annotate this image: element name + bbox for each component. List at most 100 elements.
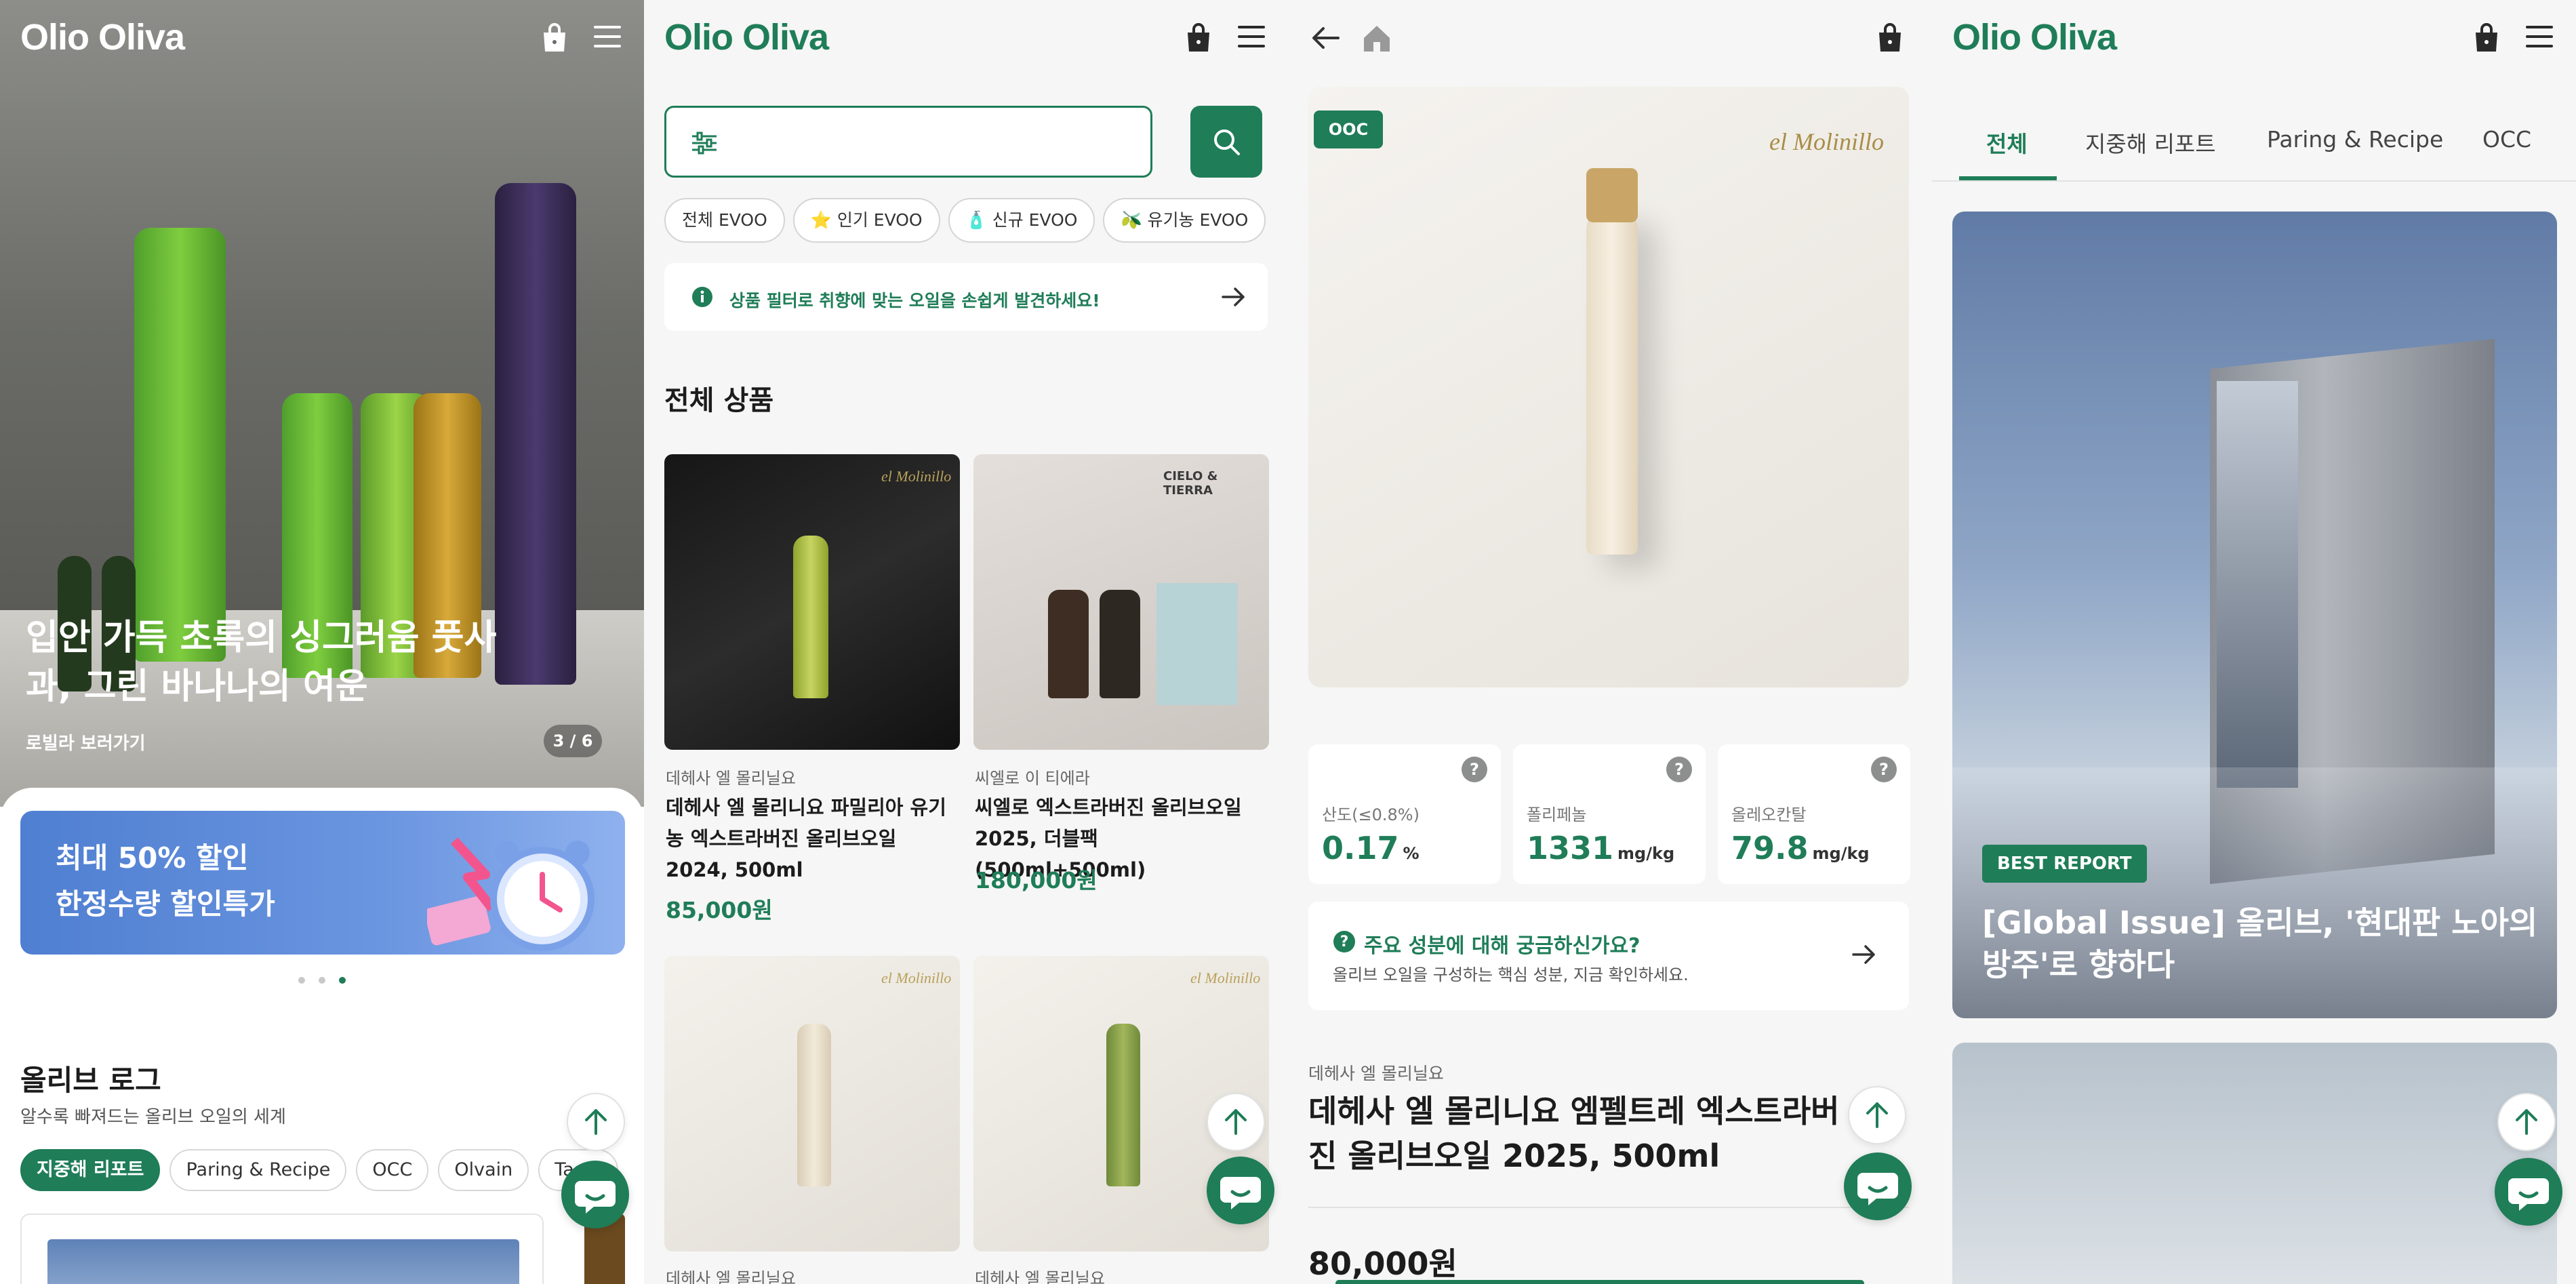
stat-label: 산도(≤0.8%) bbox=[1322, 805, 1420, 824]
bottle-image bbox=[495, 183, 576, 685]
search-input[interactable] bbox=[664, 106, 1152, 178]
banner-pagination bbox=[298, 974, 359, 986]
chip-popular-evoo[interactable]: ⭐ 인기 EVOO bbox=[792, 198, 940, 243]
filter-sliders-icon[interactable] bbox=[691, 131, 718, 155]
product-brand: 씨엘로 이 티에라 bbox=[975, 769, 1090, 788]
product-name: 데헤사 엘 몰리니요 엠펠트레 엑스트라버진 올리브오일 2025, 500ml bbox=[1308, 1093, 1840, 1174]
back-arrow-icon[interactable] bbox=[1311, 24, 1341, 52]
brand-logo[interactable]: Olio Oliva bbox=[20, 16, 185, 58]
pagination-dot-active[interactable] bbox=[339, 977, 346, 984]
home-icon[interactable] bbox=[1361, 23, 1392, 53]
chip-olvain[interactable]: Olvain bbox=[438, 1149, 529, 1191]
chip-occ[interactable]: OCC bbox=[356, 1149, 429, 1191]
menu-icon[interactable] bbox=[1238, 24, 1265, 49]
stat-label: 폴리페놀 bbox=[1527, 805, 1587, 824]
chip-new-evoo[interactable]: 🧴 신규 EVOO bbox=[948, 198, 1095, 243]
product-price: 85,000원 bbox=[666, 897, 773, 923]
chip-popular-evoo-label: 인기 EVOO bbox=[837, 210, 923, 230]
help-icon[interactable]: ? bbox=[1871, 757, 1897, 782]
promo-line-2: 한정수량 할인특가 bbox=[56, 887, 275, 921]
shopping-bag-icon[interactable] bbox=[541, 23, 568, 53]
product-thumbnail[interactable]: el Molinillo bbox=[664, 956, 960, 1251]
card-title: [Global Issue] 올리브, '현대판 노아의 방주'로 향하다 bbox=[1982, 904, 2538, 983]
stat-unit: mg/kg bbox=[1812, 844, 1870, 863]
stat-value: 1331 mg/kg bbox=[1527, 830, 1674, 866]
chat-button[interactable] bbox=[1207, 1157, 1274, 1224]
stat-card-acidity: ? 산도(≤0.8%) 0.17% bbox=[1308, 744, 1501, 884]
search-button[interactable] bbox=[1190, 106, 1262, 178]
svg-text:?: ? bbox=[1340, 934, 1349, 950]
menu-icon[interactable] bbox=[2526, 24, 2553, 49]
shopping-bag-icon[interactable] bbox=[1876, 23, 1904, 53]
scroll-top-button[interactable] bbox=[2497, 1093, 2556, 1151]
chip-mediterranean-report[interactable]: 지중해 리포트 bbox=[20, 1149, 161, 1191]
pagination-dot[interactable] bbox=[298, 977, 305, 984]
chat-button[interactable] bbox=[2495, 1158, 2562, 1226]
product-thumbnail[interactable]: CIELO & TIERRA bbox=[973, 454, 1269, 750]
hero-link[interactable]: 로빌라 보러가기 bbox=[26, 729, 146, 755]
scroll-top-button[interactable] bbox=[1207, 1093, 1265, 1151]
shopping-bag-icon[interactable] bbox=[1185, 23, 1212, 53]
tab-mediterranean-report[interactable]: 지중해 리포트 bbox=[2085, 126, 2216, 159]
active-tab-indicator bbox=[1959, 176, 2057, 180]
brand-watermark: el Molinillo bbox=[881, 969, 952, 986]
product-price: 80,000원 bbox=[1308, 1245, 1457, 1282]
info-icon bbox=[691, 286, 713, 308]
tab-all[interactable]: 전체 bbox=[1986, 126, 2028, 159]
chip-all-evoo[interactable]: 전체 EVOO bbox=[664, 198, 785, 243]
divider bbox=[1308, 1207, 1909, 1208]
tab-paring-recipe[interactable]: Paring & Recipe bbox=[2267, 126, 2443, 153]
brand-logo[interactable]: Olio Oliva bbox=[664, 16, 829, 58]
stat-card-polyphenol: ? 폴리페놀 1331 mg/kg bbox=[1513, 744, 1706, 884]
chat-button[interactable] bbox=[1844, 1152, 1912, 1220]
bottle-image bbox=[1586, 209, 1638, 555]
chip-paring-recipe[interactable]: Paring & Recipe bbox=[169, 1149, 347, 1191]
ask-title: 주요 성분에 대해 궁금하신가요? bbox=[1364, 934, 1641, 958]
buy-button[interactable] bbox=[1335, 1280, 1864, 1284]
stat-unit: mg/kg bbox=[1617, 844, 1675, 863]
ask-desc: 올리브 오일을 구성하는 핵심 성분, 지금 확인하세요. bbox=[1333, 965, 1689, 984]
chip-organic-evoo[interactable]: 🫒 유기농 EVOO bbox=[1103, 198, 1266, 243]
brand-watermark: el Molinillo bbox=[1769, 128, 1884, 155]
bottle-image bbox=[134, 228, 226, 662]
stat-label: 올레오칸탈 bbox=[1731, 805, 1807, 824]
brand-watermark: el Molinillo bbox=[881, 468, 952, 485]
promo-line-1: 최대 50% 할인 bbox=[56, 841, 249, 875]
product-name[interactable]: 데헤사 엘 몰리니요 파밀리아 유기농 엑스트라버진 올리브오일 2024, 5… bbox=[666, 792, 964, 885]
report-card[interactable] bbox=[1952, 1043, 2557, 1284]
promo-banner[interactable]: 최대 50% 할인 한정수량 할인특가 bbox=[20, 811, 625, 955]
product-image[interactable]: el Molinillo bbox=[1308, 87, 1909, 687]
stat-number: 0.17 bbox=[1322, 830, 1399, 866]
brand-logo[interactable]: Olio Oliva bbox=[1952, 16, 2117, 58]
report-card[interactable] bbox=[1952, 212, 2557, 1018]
stat-value: 79.8 mg/kg bbox=[1731, 830, 1870, 866]
hero-title: 입안 가득 초록의 싱그러움 풋사과, 그린 바나나의 여운 bbox=[26, 618, 497, 707]
scroll-top-button[interactable] bbox=[1848, 1086, 1906, 1144]
shop-screen: Olio Oliva 전체 EVOO ⭐ 인기 EVOO 🧴 신규 EVOO 🫒… bbox=[644, 0, 1288, 1284]
product-brand: 데헤사 엘 몰리닐요 bbox=[975, 1269, 1105, 1284]
home-screen: Olio Oliva 입안 가득 초록의 싱그러움 풋사과, 그린 바나나의 여… bbox=[0, 0, 644, 1284]
stat-number: 79.8 bbox=[1731, 830, 1809, 866]
menu-icon[interactable] bbox=[594, 24, 621, 49]
tab-occ[interactable]: OCC bbox=[2482, 126, 2531, 153]
product-thumbnail[interactable]: el Molinillo bbox=[664, 454, 960, 750]
promo-text: 최대 50% 할인 한정수량 할인특가 bbox=[56, 835, 275, 927]
pagination-dot[interactable] bbox=[319, 977, 325, 984]
log-card[interactable] bbox=[20, 1213, 544, 1284]
stat-value: 0.17% bbox=[1322, 830, 1420, 866]
alarm-clock-icon bbox=[427, 834, 597, 955]
category-tabs: 전체 지중해 리포트 Paring & Recipe OCC bbox=[1932, 119, 2576, 182]
stat-unit: % bbox=[1403, 844, 1420, 863]
filter-notice[interactable]: 상품 필터로 취향에 맞는 오일을 손쉽게 발견하세요! bbox=[664, 263, 1268, 331]
product-brand: 데헤사 엘 몰리닐요 bbox=[666, 1269, 796, 1284]
ingredients-info-card[interactable]: ? 주요 성분에 대해 궁금하신가요? 올리브 오일을 구성하는 핵심 성분, … bbox=[1308, 902, 1909, 1010]
shopping-bag-icon[interactable] bbox=[2473, 23, 2500, 53]
scroll-top-button[interactable] bbox=[567, 1093, 625, 1151]
question-icon: ? bbox=[1333, 930, 1356, 953]
chat-button[interactable] bbox=[561, 1161, 629, 1228]
arrow-right-icon bbox=[1851, 942, 1878, 967]
help-icon[interactable]: ? bbox=[1666, 757, 1692, 782]
help-icon[interactable]: ? bbox=[1462, 757, 1487, 782]
product-detail-screen: el Molinillo OOC ? 산도(≤0.8%) 0.17% ? 폴리페… bbox=[1288, 0, 1932, 1284]
brand-watermark: CIELO & TIERRA bbox=[1163, 469, 1218, 498]
